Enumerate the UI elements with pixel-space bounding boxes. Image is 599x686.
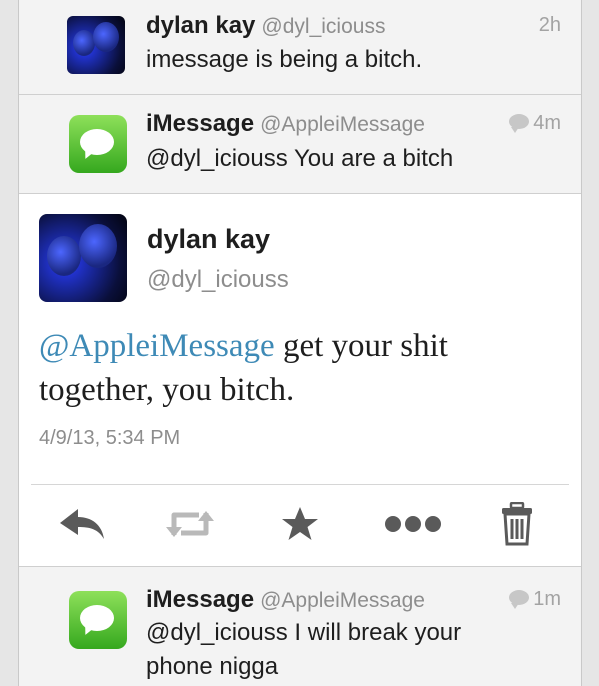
delete-icon	[502, 502, 532, 546]
retweet-button[interactable]	[165, 499, 215, 549]
divider	[31, 484, 569, 485]
tweet-author[interactable]: iMessage @AppleiMessage	[146, 586, 425, 614]
author-name: iMessage	[146, 586, 255, 613]
mention-link[interactable]: @AppleiMessage	[39, 328, 275, 364]
imessage-icon[interactable]	[69, 115, 127, 173]
action-bar	[19, 499, 581, 549]
tweet-timestamp: 4/9/13, 5:34 PM	[39, 427, 181, 449]
tweet-detail: dylan kay @dyl_iciouss @AppleiMessage ge…	[19, 194, 581, 567]
reply-icon	[60, 509, 104, 539]
author-name[interactable]: dylan kay	[147, 224, 270, 255]
tweet-author[interactable]: iMessage @AppleiMessage	[146, 110, 425, 138]
author-handle: @dyl_iciouss	[261, 15, 386, 38]
avatar[interactable]	[67, 16, 125, 74]
tweet-text: imessage is being a bitch.	[146, 46, 423, 73]
retweet-icon	[166, 511, 214, 537]
tweet-time: 2h	[538, 14, 561, 36]
author-handle: @AppleiMessage	[260, 113, 425, 136]
author-handle[interactable]: @dyl_iciouss	[147, 266, 289, 294]
conversation-icon	[509, 114, 530, 134]
author-name: dylan kay	[146, 12, 256, 39]
favorite-button[interactable]	[275, 499, 325, 549]
more-button[interactable]	[383, 499, 443, 549]
favorite-icon	[282, 507, 318, 540]
tweet-row[interactable]: dylan kay @dyl_iciouss 2h imessage is bei…	[19, 0, 581, 95]
tweet-time: 4m	[509, 112, 561, 135]
tweet-text: @dyl_iciouss I will break your phone nig…	[146, 619, 462, 680]
tweet-time-label: 1m	[533, 588, 561, 610]
timeline: dylan kay @dyl_iciouss 2h imessage is bei…	[18, 0, 582, 686]
tweet-row[interactable]: iMessage @AppleiMessage 4m @dyl_iciouss Y…	[19, 95, 581, 194]
tweet-row[interactable]: iMessage @AppleiMessage 1m @dyl_iciouss I…	[19, 567, 581, 686]
imessage-icon[interactable]	[69, 591, 127, 649]
tweet-body: @AppleiMessage get your shit together, y…	[39, 324, 559, 412]
delete-button[interactable]	[492, 499, 542, 549]
tweet-time-label: 4m	[533, 112, 561, 134]
tweet-text: @dyl_iciouss You are a bitch	[146, 145, 454, 172]
conversation-icon	[509, 590, 530, 610]
author-handle: @AppleiMessage	[260, 589, 425, 612]
tweet-time: 1m	[509, 588, 561, 611]
avatar[interactable]	[39, 214, 127, 302]
more-icon	[385, 516, 441, 532]
reply-button[interactable]	[57, 499, 107, 549]
tweet-author[interactable]: dylan kay @dyl_iciouss	[146, 12, 385, 40]
author-name: iMessage	[146, 110, 255, 137]
